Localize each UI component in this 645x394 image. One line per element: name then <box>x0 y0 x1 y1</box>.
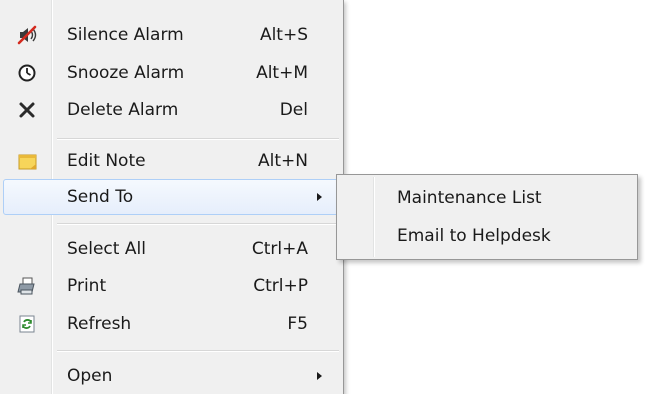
sticky-note-icon <box>18 154 37 170</box>
clock-icon <box>18 64 36 82</box>
menu-item-label: Edit Note <box>67 151 146 171</box>
menu-item-select-all[interactable]: Select All Ctrl+A <box>3 231 339 267</box>
menu-item-snooze-alarm[interactable]: Snooze Alarm Alt+M <box>3 55 339 91</box>
menu-item-edit-note[interactable]: Edit Note Alt+N <box>3 143 339 179</box>
menu-item-label: Select All <box>67 239 146 259</box>
menu-item-silence-alarm[interactable]: Silence Alarm Alt+S <box>3 17 339 53</box>
submenu-arrow-icon <box>317 193 322 201</box>
menu-item-label: Print <box>67 276 107 296</box>
menu-item-label: Refresh <box>67 314 132 334</box>
menu-item-shortcut: Ctrl+P <box>253 276 308 296</box>
submenu-item-label: Maintenance List <box>397 188 542 208</box>
menu-separator <box>57 223 339 225</box>
menu-item-delete-alarm[interactable]: Delete Alarm Del <box>3 92 339 128</box>
menu-item-label: Send To <box>67 187 134 207</box>
menu-item-shortcut: Alt+S <box>259 25 308 45</box>
menu-item-refresh[interactable]: Refresh F5 <box>3 306 339 342</box>
submenu-item-email-to-helpdesk[interactable]: Email to Helpdesk <box>340 218 634 254</box>
menu-separator <box>57 350 339 352</box>
submenu-item-maintenance-list[interactable]: Maintenance List <box>340 180 634 216</box>
menu-item-shortcut: Del <box>279 100 308 120</box>
submenu-item-label: Email to Helpdesk <box>397 226 551 246</box>
menu-item-label: Delete Alarm <box>67 100 179 120</box>
menu-item-shortcut: F5 <box>287 314 308 334</box>
menu-item-shortcut: Alt+M <box>256 63 308 83</box>
speaker-muted-icon <box>17 25 37 45</box>
submenu-arrow-icon <box>317 372 322 380</box>
menu-item-label: Silence Alarm <box>67 25 184 45</box>
context-menu: Silence Alarm Alt+S Snooze Alarm Alt+M D… <box>0 0 344 394</box>
menu-item-open[interactable]: Open <box>3 358 339 394</box>
menu-item-label: Snooze Alarm <box>67 63 185 83</box>
delete-x-icon <box>19 102 35 118</box>
refresh-icon <box>19 315 35 333</box>
menu-item-shortcut: Ctrl+A <box>251 239 308 259</box>
menu-item-print[interactable]: Print Ctrl+P <box>3 268 339 304</box>
screen: Silence Alarm Alt+S Snooze Alarm Alt+M D… <box>0 0 645 394</box>
menu-separator <box>57 138 339 140</box>
menu-item-send-to[interactable]: Send To <box>3 179 339 215</box>
printer-icon <box>17 277 35 295</box>
send-to-submenu: Maintenance List Email to Helpdesk <box>336 174 638 260</box>
menu-item-label: Open <box>67 366 113 386</box>
menu-item-shortcut: Alt+N <box>258 151 308 171</box>
